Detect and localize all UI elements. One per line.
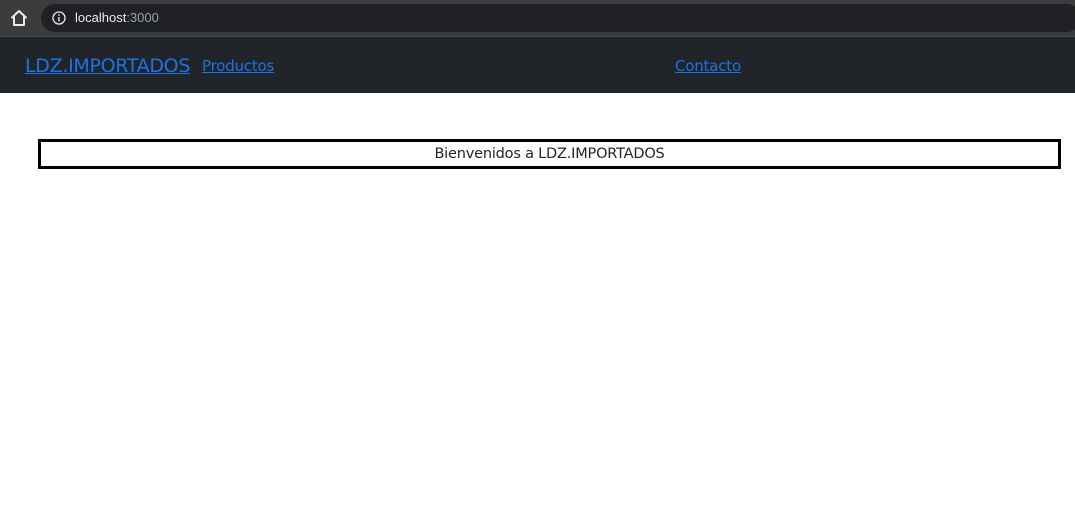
nav-link-contacto[interactable]: Contacto: [675, 56, 741, 76]
url-port: :3000: [126, 10, 159, 25]
url-text[interactable]: localhost:3000: [75, 9, 159, 27]
url-host: localhost: [75, 10, 127, 25]
welcome-text: Bienvenidos a LDZ.IMPORTADOS: [434, 146, 665, 162]
home-button[interactable]: [9, 8, 29, 28]
site-navbar: LDZ.IMPORTADOS Productos Contacto: [0, 37, 1075, 93]
welcome-banner: Bienvenidos a LDZ.IMPORTADOS: [38, 139, 1061, 169]
home-icon: [11, 10, 27, 26]
browser-toolbar: localhost:3000: [0, 0, 1075, 36]
info-icon[interactable]: [52, 11, 66, 25]
address-bar[interactable]: localhost:3000: [41, 4, 1075, 32]
brand-link[interactable]: LDZ.IMPORTADOS: [25, 54, 190, 78]
nav-link-productos[interactable]: Productos: [202, 56, 274, 76]
